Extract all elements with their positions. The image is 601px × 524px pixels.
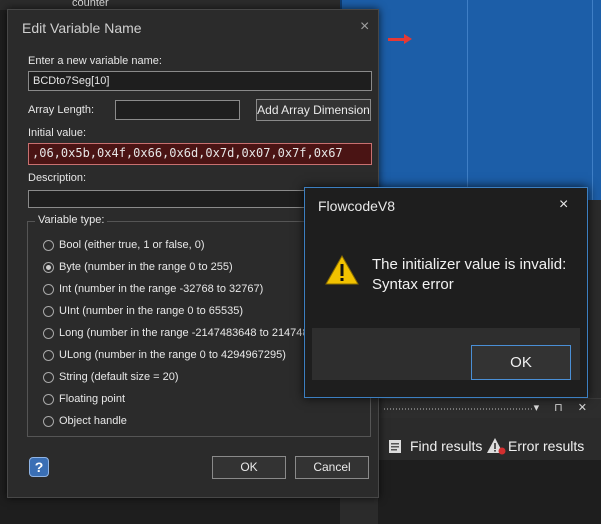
radio-dot[interactable]: [43, 305, 54, 317]
array-length-label: Array Length:: [28, 104, 95, 116]
error-message: The initializer value is invalid:: [372, 256, 567, 273]
error-close-button[interactable]: ×: [559, 196, 568, 214]
type-label: Bool (either true, 1 or false, 0): [59, 239, 205, 251]
type-radio-float[interactable]: Floating point: [43, 393, 125, 405]
radio-dot-selected[interactable]: [43, 261, 54, 273]
cancel-button[interactable]: Cancel: [295, 456, 369, 479]
radio-dot[interactable]: [43, 239, 54, 251]
flowchart-canvas[interactable]: [340, 0, 601, 200]
radio-dot[interactable]: [43, 349, 54, 361]
dialog-close-button[interactable]: ×: [360, 18, 369, 36]
type-radio-object-handle[interactable]: Object handle: [43, 415, 127, 427]
type-radio-long[interactable]: Long (number in the range -2147483648 to…: [43, 327, 337, 339]
type-label: Long (number in the range -2147483648 to…: [59, 327, 337, 339]
description-label: Description:: [28, 172, 87, 184]
panel-header[interactable]: ▾ ⊓ ✕: [378, 398, 601, 418]
type-label: Floating point: [59, 393, 126, 405]
type-label: String (default size = 20): [59, 371, 179, 383]
output-tabs: Find results Error results: [378, 434, 601, 460]
type-radio-string[interactable]: String (default size = 20): [43, 371, 179, 383]
radio-dot[interactable]: [43, 371, 54, 383]
initial-value-input[interactable]: ,06,0x5b,0x4f,0x66,0x6d,0x7d,0x07,0x7f,0…: [28, 143, 372, 165]
error-results-icon: [486, 437, 506, 455]
add-array-dimension-button[interactable]: Add Array Dimension: [256, 99, 371, 121]
name-label: Enter a new variable name:: [28, 55, 162, 67]
radio-dot[interactable]: [43, 327, 54, 339]
warning-icon: [325, 254, 359, 285]
help-icon[interactable]: ?: [29, 457, 49, 477]
variable-type-label: Variable type:: [35, 214, 108, 226]
error-detail: Syntax error: [372, 276, 454, 293]
type-radio-ulong[interactable]: ULong (number in the range 0 to 42949672…: [43, 349, 286, 361]
panel-controls[interactable]: ▾ ⊓ ✕: [534, 401, 593, 414]
type-radio-int[interactable]: Int (number in the range -32768 to 32767…: [43, 283, 263, 295]
background-label: counter: [72, 0, 109, 9]
tab-find-results-label: Find results: [410, 438, 483, 454]
tab-error-results[interactable]: Error results: [486, 437, 584, 455]
error-dialog-title: FlowcodeV8: [318, 198, 396, 214]
type-label: Byte (number in the range 0 to 255): [59, 261, 233, 273]
type-label: ULong (number in the range 0 to 42949672…: [59, 349, 286, 361]
type-label: Int (number in the range -32768 to 32767…: [59, 283, 264, 295]
ok-button[interactable]: OK: [212, 456, 286, 479]
type-label: UInt (number in the range 0 to 65535): [59, 305, 244, 317]
output-panel-body: [378, 460, 601, 524]
initial-value-label: Initial value:: [28, 127, 87, 139]
panel-grip[interactable]: [384, 408, 534, 410]
variable-name-input[interactable]: BCDto7Seg[10]: [28, 71, 372, 91]
type-label: Object handle: [59, 415, 127, 427]
error-dialog: FlowcodeV8 × The initializer value is in…: [304, 187, 588, 398]
array-length-input[interactable]: [115, 100, 240, 120]
type-radio-byte[interactable]: Byte (number in the range 0 to 255): [43, 261, 233, 273]
type-radio-uint[interactable]: UInt (number in the range 0 to 65535): [43, 305, 243, 317]
find-results-icon: [388, 437, 406, 455]
dialog-title: Edit Variable Name: [22, 20, 142, 36]
tab-error-results-label: Error results: [508, 438, 585, 454]
flow-arrow-icon: [404, 34, 412, 44]
radio-dot[interactable]: [43, 415, 54, 427]
radio-dot[interactable]: [43, 283, 54, 295]
radio-dot[interactable]: [43, 393, 54, 405]
error-ok-button[interactable]: OK: [471, 345, 571, 380]
tab-find-results[interactable]: Find results: [388, 437, 482, 455]
type-radio-bool[interactable]: Bool (either true, 1 or false, 0): [43, 239, 205, 251]
